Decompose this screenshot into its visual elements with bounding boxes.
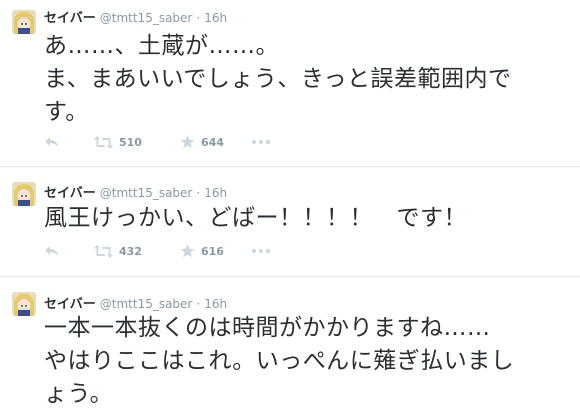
- reply-button[interactable]: [44, 136, 62, 148]
- retweet-icon: [94, 244, 113, 258]
- separator: ·: [196, 11, 201, 25]
- reply-icon: [45, 137, 58, 147]
- more-button[interactable]: [251, 140, 270, 144]
- tweet[interactable]: セイバー @tmtt15_saber · 16h 風王けっかい、どばー！！！！ …: [0, 167, 580, 277]
- tweet-header: セイバー @tmtt15_saber · 16h: [44, 293, 227, 312]
- separator: ·: [196, 297, 201, 311]
- favorite-count: 616: [200, 244, 224, 258]
- timestamp[interactable]: 16h: [204, 297, 227, 311]
- tweet[interactable]: セイバー @tmtt15_saber · 16h 一本一本抜くのは時間がかかりま…: [0, 277, 580, 414]
- more-icon: [251, 140, 270, 144]
- tweet-text-line: 一本一本抜くのは時間がかかりますね……: [44, 315, 491, 341]
- reply-button[interactable]: [44, 245, 62, 257]
- timeline: セイバー @tmtt15_saber · 16h あ……、土蔵が……。 ま、まあ…: [0, 0, 580, 414]
- tweet-text-line: ょう。: [44, 381, 114, 407]
- tweet-actions: 510 644: [44, 134, 270, 150]
- timestamp[interactable]: 16h: [204, 186, 227, 200]
- separator: ·: [196, 186, 201, 200]
- star-icon: [180, 244, 195, 258]
- reply-icon: [45, 246, 58, 256]
- user-handle[interactable]: @tmtt15_saber: [100, 297, 193, 311]
- favorite-button[interactable]: 644: [180, 135, 224, 149]
- tweet-header: セイバー @tmtt15_saber · 16h: [44, 7, 227, 26]
- timestamp[interactable]: 16h: [204, 11, 227, 25]
- user-handle[interactable]: @tmtt15_saber: [100, 11, 193, 25]
- tweet-text-line: 風王けっかい、どばー！！！！ です！: [44, 205, 467, 231]
- tweet-text: 一本一本抜くのは時間がかかりますね…… やはりここはこれ。いっぺんに薙ぎ払いまし…: [44, 312, 568, 411]
- more-button[interactable]: [251, 249, 270, 253]
- more-icon: [251, 249, 270, 253]
- tweet-actions: 432 616: [44, 243, 270, 259]
- retweet-count: 432: [119, 244, 142, 258]
- avatar[interactable]: [12, 292, 36, 316]
- user-handle[interactable]: @tmtt15_saber: [100, 186, 193, 200]
- tweet-header: セイバー @tmtt15_saber · 16h: [44, 182, 227, 201]
- tweet-text-line: ま、まあいいでしょう、きっと誤差範囲内で: [44, 66, 512, 92]
- tweet-text-line: やはりここはこれ。いっぺんに薙ぎ払いまし: [44, 348, 515, 374]
- tweet-text-line: す。: [44, 99, 89, 125]
- avatar[interactable]: [12, 182, 36, 206]
- retweet-icon: [94, 135, 113, 149]
- retweet-button[interactable]: 510: [94, 135, 142, 149]
- display-name[interactable]: セイバー: [44, 293, 96, 312]
- tweet-text: あ……、土蔵が……。 ま、まあいいでしょう、きっと誤差範囲内で す。: [44, 30, 568, 129]
- avatar[interactable]: [12, 10, 36, 34]
- display-name[interactable]: セイバー: [44, 182, 96, 201]
- favorite-count: 644: [200, 135, 224, 149]
- retweet-button[interactable]: 432: [94, 244, 142, 258]
- tweet[interactable]: セイバー @tmtt15_saber · 16h あ……、土蔵が……。 ま、まあ…: [0, 0, 580, 167]
- display-name[interactable]: セイバー: [44, 7, 96, 26]
- star-icon: [180, 135, 195, 149]
- tweet-text: 風王けっかい、どばー！！！！ です！: [44, 202, 568, 235]
- favorite-button[interactable]: 616: [180, 244, 224, 258]
- retweet-count: 510: [119, 135, 142, 149]
- tweet-text-line: あ……、土蔵が……。: [44, 33, 279, 59]
